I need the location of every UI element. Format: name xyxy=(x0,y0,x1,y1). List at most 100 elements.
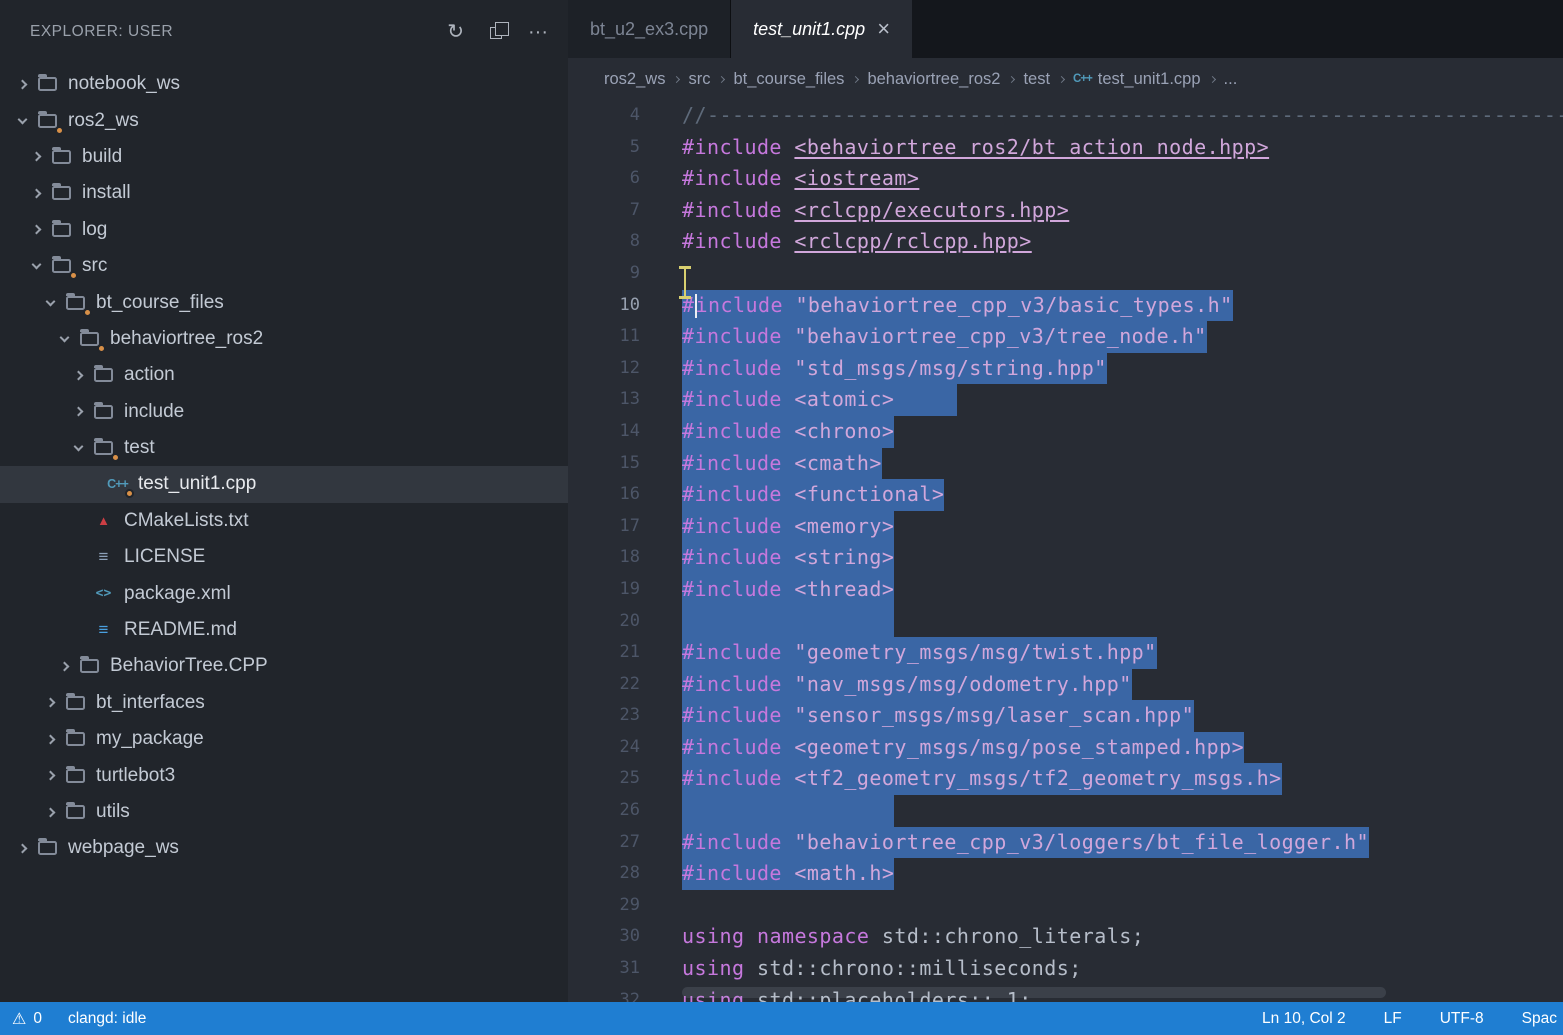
selection-highlight: #include "behaviortree_cpp_v3/basic_type… xyxy=(682,290,1233,322)
selection-highlight: #include <atomic> xyxy=(682,384,957,416)
code-line[interactable]: 10#include "behaviortree_cpp_v3/basic_ty… xyxy=(568,290,1563,322)
line-number: 6 xyxy=(568,163,640,195)
code-line[interactable]: 12#include "std_msgs/msg/string.hpp" xyxy=(568,353,1563,385)
chevron-right-icon[interactable] xyxy=(38,721,62,757)
breadcrumb-item-bt_course_files[interactable]: bt_course_files xyxy=(733,70,844,89)
tree-item-turtlebot3[interactable]: turtlebot3 xyxy=(0,757,568,793)
code-lines: 4//-------------------------------------… xyxy=(568,100,1563,1002)
chevron-down-icon[interactable] xyxy=(10,102,34,138)
chevron-right-icon[interactable] xyxy=(24,175,48,211)
code-line[interactable]: 5#include <behaviortree_ros2/bt_action_n… xyxy=(568,132,1563,164)
tree-item-log[interactable]: log xyxy=(0,212,568,248)
breadcrumb-item-behaviortree_ros2[interactable]: behaviortree_ros2 xyxy=(867,70,1000,89)
xml-file-icon: <> xyxy=(90,583,117,605)
code-line[interactable]: 18#include <string> xyxy=(568,542,1563,574)
eol-indicator[interactable]: LF xyxy=(1384,1010,1402,1028)
chevron-right-icon[interactable] xyxy=(52,648,76,684)
code-line[interactable]: 7#include <rclcpp/executors.hpp> xyxy=(568,195,1563,227)
tree-item-install[interactable]: install xyxy=(0,175,568,211)
tree-item-package.xml[interactable]: <> package.xml xyxy=(0,575,568,611)
breadcrumb-label: src xyxy=(688,70,710,89)
tree-item-src[interactable]: src xyxy=(0,248,568,284)
chevron-right-icon[interactable] xyxy=(10,66,34,102)
code-line[interactable]: 27#include "behaviortree_cpp_v3/loggers/… xyxy=(568,827,1563,859)
code-line[interactable]: 20 xyxy=(568,606,1563,638)
chevron-right-icon[interactable] xyxy=(66,357,90,393)
tree-item-ros2_ws[interactable]: ros2_ws xyxy=(0,102,568,138)
line-number: 19 xyxy=(568,574,640,606)
code-line[interactable]: 14#include <chrono> xyxy=(568,416,1563,448)
tree-item-label: ros2_ws xyxy=(68,110,139,132)
tree-item-BehaviorTree.CPP[interactable]: BehaviorTree.CPP xyxy=(0,648,568,684)
code-line[interactable]: 22#include "nav_msgs/msg/odometry.hpp" xyxy=(568,669,1563,701)
code-line[interactable]: 11#include "behaviortree_cpp_v3/tree_nod… xyxy=(568,321,1563,353)
tree-item-behaviortree_ros2[interactable]: behaviortree_ros2 xyxy=(0,321,568,357)
code-line[interactable]: 26 xyxy=(568,795,1563,827)
chevron-down-icon[interactable] xyxy=(24,248,48,284)
encoding-indicator[interactable]: UTF-8 xyxy=(1440,1010,1484,1028)
tree-item-LICENSE[interactable]: ≡LICENSE xyxy=(0,539,568,575)
code-line[interactable]: 21#include "geometry_msgs/msg/twist.hpp" xyxy=(568,637,1563,669)
tree-item-label: package.xml xyxy=(124,583,231,605)
chevron-right-icon[interactable] xyxy=(38,794,62,830)
code-line[interactable]: 16#include <functional> xyxy=(568,479,1563,511)
code-line[interactable]: 13#include <atomic> xyxy=(568,384,1563,416)
tree-item-webpage_ws[interactable]: webpage_ws xyxy=(0,830,568,866)
code-line[interactable]: 15#include <cmath> xyxy=(568,448,1563,480)
code-line[interactable]: 25#include <tf2_geometry_msgs/tf2_geomet… xyxy=(568,763,1563,795)
tab-bt_u2_ex3.cpp[interactable]: bt_u2_ex3.cpp xyxy=(568,0,731,58)
chevron-down-icon[interactable] xyxy=(66,430,90,466)
folder-icon xyxy=(62,728,89,750)
tree-item-test[interactable]: test xyxy=(0,430,568,466)
code-line[interactable]: 24#include <geometry_msgs/msg/pose_stamp… xyxy=(568,732,1563,764)
tree-item-build[interactable]: build xyxy=(0,139,568,175)
chevron-right-icon[interactable] xyxy=(38,685,62,721)
code-line[interactable]: 17#include <memory> xyxy=(568,511,1563,543)
chevron-right-icon[interactable] xyxy=(24,139,48,175)
code-area[interactable]: 4//-------------------------------------… xyxy=(568,100,1563,1002)
chevron-down-icon[interactable] xyxy=(38,284,62,320)
code-line[interactable]: 29 xyxy=(568,890,1563,922)
folder-icon xyxy=(76,328,103,350)
code-line[interactable]: 28#include <math.h> xyxy=(568,858,1563,890)
breadcrumb-item-test[interactable]: test xyxy=(1023,70,1050,89)
tree-item-README.md[interactable]: ≡README.md xyxy=(0,612,568,648)
horizontal-scrollbar[interactable] xyxy=(682,987,1386,998)
breadcrumb-item-test_unit1.cpp[interactable]: C++test_unit1.cpp xyxy=(1073,70,1201,89)
indentation-indicator[interactable]: Spac xyxy=(1522,1010,1557,1028)
code-line[interactable]: 6#include <iostream> xyxy=(568,163,1563,195)
problems-indicator[interactable]: ⚠ 0 xyxy=(12,1009,42,1029)
chevron-right-icon[interactable] xyxy=(38,757,62,793)
tree-item-CMakeLists.txt[interactable]: ▲CMakeLists.txt xyxy=(0,503,568,539)
breadcrumb-item-...[interactable]: ... xyxy=(1224,70,1238,89)
breadcrumb-label: test xyxy=(1023,70,1050,89)
chevron-right-icon[interactable] xyxy=(24,212,48,248)
tree-item-test_unit1.cpp[interactable]: C++test_unit1.cpp xyxy=(0,466,568,502)
tree-item-utils[interactable]: utils xyxy=(0,794,568,830)
breadcrumb-item-src[interactable]: src xyxy=(688,70,710,89)
chevron-right-icon[interactable] xyxy=(10,830,34,866)
tree-item-bt_interfaces[interactable]: bt_interfaces xyxy=(0,685,568,721)
breadcrumb-item-ros2_ws[interactable]: ros2_ws xyxy=(604,70,665,89)
tree-item-action[interactable]: action xyxy=(0,357,568,393)
tree-item-include[interactable]: include xyxy=(0,394,568,430)
open-editors-icon[interactable] xyxy=(490,25,502,39)
close-icon[interactable]: × xyxy=(877,18,890,40)
tree-item-notebook_ws[interactable]: notebook_ws xyxy=(0,66,568,102)
tree-item-bt_course_files[interactable]: bt_course_files xyxy=(0,284,568,320)
tree-item-my_package[interactable]: my_package xyxy=(0,721,568,757)
tab-test_unit1.cpp[interactable]: test_unit1.cpp× xyxy=(731,0,912,58)
code-line[interactable]: 8#include <rclcpp/rclcpp.hpp> xyxy=(568,226,1563,258)
code-line[interactable]: 31using std::chrono::milliseconds; xyxy=(568,953,1563,985)
code-line[interactable]: 30using namespace std::chrono_literals; xyxy=(568,921,1563,953)
code-line[interactable]: 9 xyxy=(568,258,1563,290)
code-line[interactable]: 4//-------------------------------------… xyxy=(568,100,1563,132)
chevron-right-icon[interactable] xyxy=(66,394,90,430)
chevron-down-icon[interactable] xyxy=(52,321,76,357)
code-line[interactable]: 19#include <thread> xyxy=(568,574,1563,606)
cursor-position[interactable]: Ln 10, Col 2 xyxy=(1262,1010,1346,1028)
more-actions-icon[interactable]: ··· xyxy=(528,22,548,42)
refresh-explorer-icon[interactable]: ↻ xyxy=(447,22,464,42)
clangd-status[interactable]: clangd: idle xyxy=(68,1010,146,1028)
code-line[interactable]: 23#include "sensor_msgs/msg/laser_scan.h… xyxy=(568,700,1563,732)
